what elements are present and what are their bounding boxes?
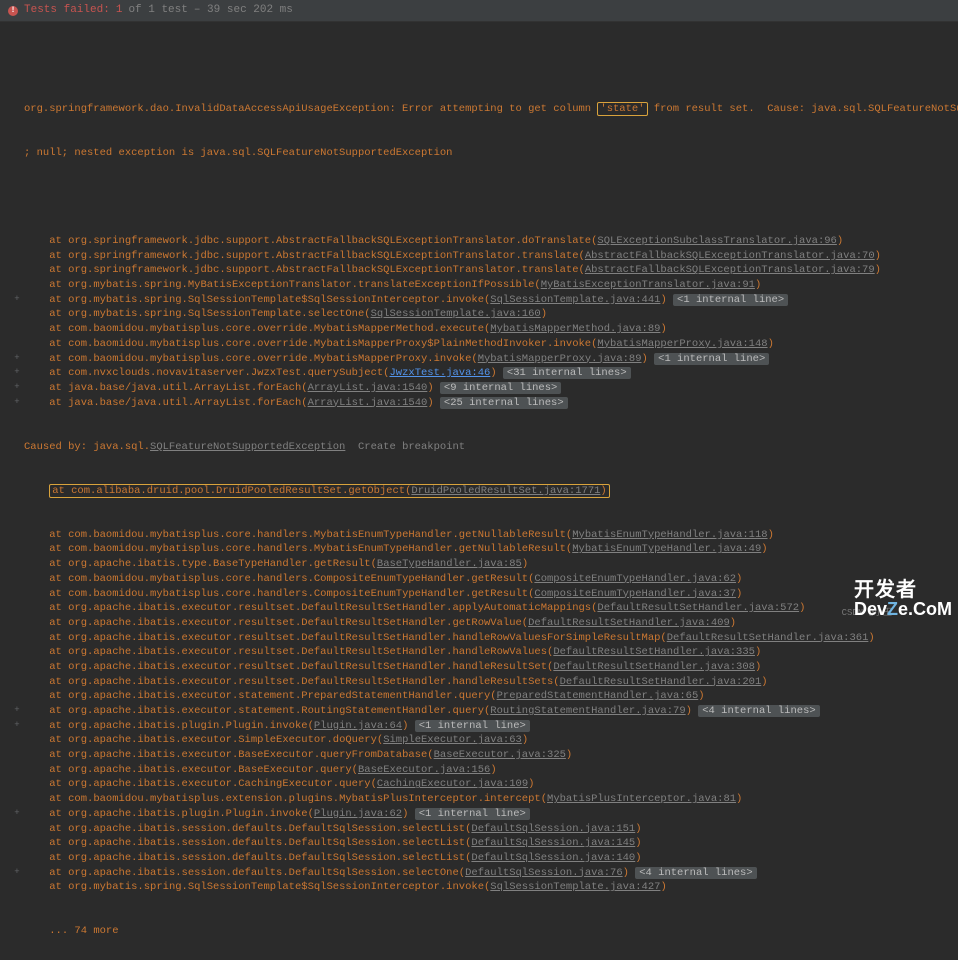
stack-frame: at org.apache.ibatis.executor.SimpleExec…	[10, 733, 954, 748]
stack-frame: at org.apache.ibatis.executor.resultset.…	[10, 675, 954, 690]
stack-frame: at org.apache.ibatis.executor.statement.…	[10, 689, 954, 704]
tests-time: – 39 sec 202 ms	[194, 3, 293, 18]
exception-line: org.springframework.dao.InvalidDataAcces…	[10, 102, 954, 117]
collapsed-frames-badge[interactable]: <4 internal lines>	[698, 705, 819, 717]
source-link[interactable]: DefaultSqlSession.java:76	[465, 867, 623, 879]
tests-failed-label: Tests failed:	[24, 3, 110, 18]
stack-frame: at org.apache.ibatis.executor.BaseExecut…	[10, 748, 954, 763]
source-link[interactable]: DefaultSqlSession.java:145	[471, 837, 635, 849]
source-link[interactable]: AbstractFallbackSQLExceptionTranslator.j…	[585, 264, 875, 276]
highlighted-stack-line: at com.alibaba.druid.pool.DruidPooledRes…	[10, 484, 954, 499]
source-link[interactable]: SqlSessionTemplate.java:160	[371, 308, 541, 320]
stack-frame: + at java.base/java.util.ArrayList.forEa…	[10, 396, 954, 411]
caused-by: Caused by: java.sql.SQLFeatureNotSupport…	[10, 440, 954, 455]
source-link[interactable]: Plugin.java:62	[314, 808, 402, 820]
stack-frame: + at com.baomidou.mybatisplus.core.overr…	[10, 352, 954, 367]
source-link[interactable]: CompositeEnumTypeHandler.java:37	[534, 588, 736, 600]
stack-frame: at org.apache.ibatis.executor.resultset.…	[10, 631, 954, 646]
source-link[interactable]: MybatisEnumTypeHandler.java:118	[572, 529, 767, 541]
source-link[interactable]: BaseExecutor.java:156	[358, 764, 490, 776]
source-link[interactable]: SQLExceptionSubclassTranslator.java:96	[597, 235, 836, 247]
stack-frame: at org.apache.ibatis.executor.resultset.…	[10, 645, 954, 660]
collapsed-frames-badge[interactable]: <25 internal lines>	[440, 397, 568, 409]
more-frames: ... 74 more	[10, 924, 954, 939]
stack-frame: + at org.apache.ibatis.plugin.Plugin.inv…	[10, 719, 954, 734]
stack-frame: at org.apache.ibatis.executor.resultset.…	[10, 616, 954, 631]
tests-failed-count: 1	[116, 3, 123, 18]
source-link[interactable]: CompositeEnumTypeHandler.java:62	[534, 573, 736, 585]
collapsed-frames-badge[interactable]: <1 internal line>	[673, 294, 788, 306]
source-link[interactable]: CachingExecutor.java:109	[377, 778, 528, 790]
source-link[interactable]: MybatisMapperProxy.java:148	[597, 338, 767, 350]
source-link[interactable]: PreparedStatementHandler.java:65	[497, 690, 699, 702]
stack-frame: at com.baomidou.mybatisplus.core.overrid…	[10, 322, 954, 337]
source-link[interactable]: Plugin.java:64	[314, 720, 402, 732]
stack-frame: at com.baomidou.mybatisplus.core.handler…	[10, 572, 954, 587]
stack-frame: at org.apache.ibatis.session.defaults.De…	[10, 851, 954, 866]
source-link[interactable]: DefaultSqlSession.java:151	[471, 823, 635, 835]
stack-frame: at org.apache.ibatis.executor.BaseExecut…	[10, 763, 954, 778]
stack-frame: at org.apache.ibatis.session.defaults.De…	[10, 822, 954, 837]
source-link[interactable]: DefaultResultSetHandler.java:335	[553, 646, 755, 658]
stack-frame: + at java.base/java.util.ArrayList.forEa…	[10, 381, 954, 396]
test-status-bar: ! Tests failed: 1 of 1 test – 39 sec 202…	[0, 0, 958, 22]
source-link[interactable]: AbstractFallbackSQLExceptionTranslator.j…	[585, 250, 875, 262]
stack-frame: + at org.apache.ibatis.executor.statemen…	[10, 704, 954, 719]
stack-frame: at org.mybatis.spring.SqlSessionTemplate…	[10, 880, 954, 895]
exception-line2: ; null; nested exception is java.sql.SQL…	[10, 146, 954, 161]
collapsed-frames-badge[interactable]: <4 internal lines>	[635, 867, 756, 879]
collapsed-frames-badge[interactable]: <9 internal lines>	[440, 382, 561, 394]
source-link[interactable]: SqlSessionTemplate.java:427	[490, 881, 660, 893]
stack-frame: at com.baomidou.mybatisplus.core.overrid…	[10, 337, 954, 352]
collapsed-frames-badge[interactable]: <1 internal line>	[415, 808, 530, 820]
fail-icon: !	[8, 6, 18, 16]
site-watermark: 开发者 DevZe.CoM	[854, 580, 952, 618]
collapsed-frames-badge[interactable]: <31 internal lines>	[503, 367, 631, 379]
exception-link[interactable]: SQLFeatureNotSupportedException	[150, 441, 345, 453]
stack-frame: at org.apache.ibatis.session.defaults.De…	[10, 836, 954, 851]
source-link[interactable]: DefaultResultSetHandler.java:201	[560, 676, 762, 688]
stack-frame: + at com.nvxclouds.novavitaserver.JwzxTe…	[10, 366, 954, 381]
stack-frame: at com.baomidou.mybatisplus.core.handler…	[10, 542, 954, 557]
stack-frame: at org.springframework.jdbc.support.Abst…	[10, 249, 954, 264]
source-link[interactable]: DefaultResultSetHandler.java:361	[667, 632, 869, 644]
stack-frame: at com.baomidou.mybatisplus.core.handler…	[10, 528, 954, 543]
stack-frame: + at org.apache.ibatis.session.defaults.…	[10, 866, 954, 881]
source-link[interactable]: ArrayList.java:1540	[308, 382, 428, 394]
collapsed-frames-badge[interactable]: <1 internal line>	[654, 353, 769, 365]
stack-frame: at org.springframework.jdbc.support.Abst…	[10, 263, 954, 278]
source-link[interactable]: BaseTypeHandler.java:85	[377, 558, 522, 570]
source-link[interactable]: MyBatisExceptionTranslator.java:91	[541, 279, 755, 291]
source-link[interactable]: DefaultResultSetHandler.java:572	[597, 602, 799, 614]
source-link[interactable]: ArrayList.java:1540	[308, 397, 428, 409]
source-link[interactable]: JwzxTest.java:46	[389, 367, 490, 379]
source-link[interactable]: MybatisMapperMethod.java:89	[490, 323, 660, 335]
source-link[interactable]: SimpleExecutor.java:63	[383, 734, 522, 746]
source-link[interactable]: DefaultResultSetHandler.java:308	[553, 661, 755, 673]
stack-frame: at com.baomidou.mybatisplus.extension.pl…	[10, 792, 954, 807]
source-link[interactable]: BaseExecutor.java:325	[434, 749, 566, 761]
stack-frame: at com.baomidou.mybatisplus.core.handler…	[10, 587, 954, 602]
stack-frame: at org.apache.ibatis.type.BaseTypeHandle…	[10, 557, 954, 572]
stack-frame: at org.apache.ibatis.executor.CachingExe…	[10, 777, 954, 792]
source-link[interactable]: DefaultResultSetHandler.java:409	[528, 617, 730, 629]
stack-frame: at org.springframework.jdbc.support.Abst…	[10, 234, 954, 249]
source-link[interactable]: SqlSessionTemplate.java:441	[490, 294, 660, 306]
source-link[interactable]: MybatisEnumTypeHandler.java:49	[572, 543, 761, 555]
source-link[interactable]: MybatisPlusInterceptor.java:81	[547, 793, 736, 805]
source-link[interactable]: DefaultSqlSession.java:140	[471, 852, 635, 864]
stacktrace-panel[interactable]: org.springframework.dao.InvalidDataAcces…	[0, 22, 958, 959]
source-link[interactable]: RoutingStatementHandler.java:79	[490, 705, 685, 717]
source-link[interactable]: MybatisMapperProxy.java:89	[478, 353, 642, 365]
stack-frame: at org.mybatis.spring.MyBatisExceptionTr…	[10, 278, 954, 293]
stack-frame: at org.apache.ibatis.executor.resultset.…	[10, 660, 954, 675]
collapsed-frames-badge[interactable]: <1 internal line>	[415, 720, 530, 732]
stack-frame: at org.mybatis.spring.SqlSessionTemplate…	[10, 307, 954, 322]
stack-frame: + at org.apache.ibatis.plugin.Plugin.inv…	[10, 807, 954, 822]
stack-frame: + at org.mybatis.spring.SqlSessionTempla…	[10, 293, 954, 308]
tests-total: of 1 test	[128, 3, 187, 18]
source-link[interactable]: DruidPooledResultSet.java:1771	[411, 485, 600, 497]
highlight-column: 'state'	[597, 102, 647, 116]
stack-frame: at org.apache.ibatis.executor.resultset.…	[10, 601, 954, 616]
